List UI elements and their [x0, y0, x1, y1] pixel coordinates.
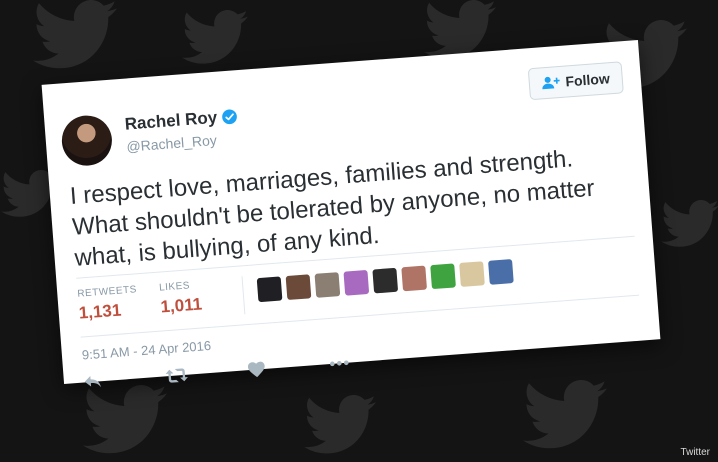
- photo-credit: Twitter: [680, 447, 710, 458]
- likes-stat[interactable]: LIKES 1,011: [159, 279, 203, 317]
- more-dots-icon: [330, 360, 349, 367]
- verified-badge-icon: [221, 109, 237, 125]
- liker-avatar[interactable]: [314, 272, 341, 298]
- liker-avatar[interactable]: [430, 263, 456, 290]
- bird-icon: [83, 385, 167, 454]
- liker-avatar[interactable]: [285, 274, 312, 301]
- liker-avatar[interactable]: [372, 267, 399, 294]
- likes-label: LIKES: [158, 280, 191, 294]
- bird-icon: [661, 200, 718, 247]
- author-name-row: Rachel Roy: [124, 106, 238, 134]
- liker-avatar[interactable]: [488, 259, 514, 285]
- retweet-icon: [165, 368, 188, 383]
- liker-avatar[interactable]: [256, 276, 283, 303]
- liker-avatar[interactable]: [401, 265, 428, 292]
- bird-icon: [523, 380, 607, 449]
- likes-count: 1,011: [159, 294, 203, 317]
- avatar[interactable]: [60, 113, 114, 168]
- bird-icon: [182, 10, 248, 64]
- bird-icon: [304, 395, 376, 454]
- timestamp[interactable]: 9:51 AM - 24 Apr 2016: [81, 338, 211, 363]
- liker-avatars: [256, 259, 514, 303]
- tweet-card: Rachel Roy @Rachel_Roy Follow I respect …: [41, 40, 661, 388]
- reply-icon: [84, 376, 101, 388]
- handle[interactable]: @Rachel_Roy: [126, 132, 217, 155]
- follow-label: Follow: [564, 70, 611, 90]
- retweets-stat[interactable]: RETWEETS 1,131: [77, 284, 139, 323]
- bird-icon: [33, 0, 117, 69]
- liker-avatar[interactable]: [343, 269, 370, 296]
- stats-divider: [241, 276, 246, 315]
- retweets-count: 1,131: [78, 300, 122, 323]
- display-name[interactable]: Rachel Roy: [124, 108, 218, 135]
- heart-icon: [247, 361, 265, 378]
- liker-avatar[interactable]: [459, 261, 485, 287]
- retweets-label: RETWEETS: [76, 284, 138, 300]
- follow-person-plus-icon: [542, 76, 560, 90]
- follow-button[interactable]: Follow: [527, 61, 624, 101]
